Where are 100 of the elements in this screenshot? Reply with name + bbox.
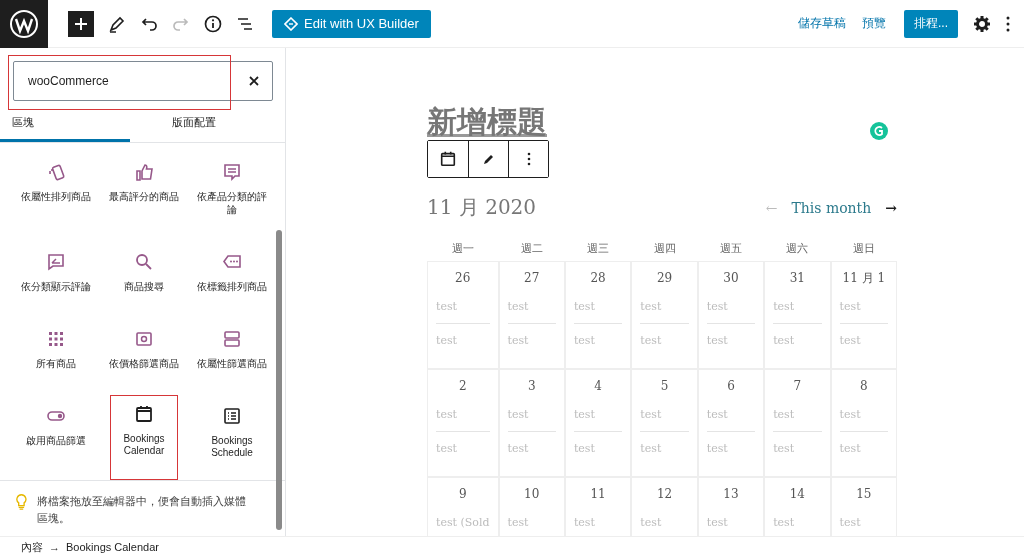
day-number: 2 (457, 378, 468, 395)
event-entry[interactable]: test (706, 408, 756, 431)
block-item[interactable]: 商品搜尋 (100, 240, 188, 314)
scrollbar[interactable] (276, 230, 282, 530)
day-number: 30 (722, 270, 740, 287)
month-label: 11 月 2020 (427, 194, 537, 221)
save-draft-button[interactable]: 儲存草稿 (798, 15, 846, 32)
event-entry[interactable]: test (839, 516, 888, 536)
event-entry[interactable]: test (640, 408, 689, 431)
list-icon (222, 405, 242, 426)
event-entry[interactable]: test (507, 431, 556, 465)
plus-icon (74, 16, 88, 31)
block-item[interactable]: 依屬性排列商品 (12, 151, 100, 237)
schedule-button[interactable]: 排程... (904, 9, 958, 38)
block-item[interactable]: 啟用商品篩選 (12, 394, 100, 480)
logo-tile[interactable] (0, 0, 48, 48)
cards-icon (46, 162, 66, 182)
event-entry[interactable]: test (773, 431, 822, 465)
event-entry[interactable]: test (839, 431, 888, 465)
event-entry[interactable]: test (436, 431, 490, 465)
event-entry[interactable]: test (640, 431, 689, 465)
weekday-label: 週五 (718, 241, 743, 256)
event-entry[interactable]: test (573, 408, 623, 431)
event-entry[interactable]: test (573, 300, 623, 323)
block-item[interactable]: Bookings Schedule (188, 394, 276, 480)
event-entry[interactable]: test (436, 300, 490, 323)
block-item[interactable]: 依標籤排列商品 (188, 240, 276, 314)
settings-icon[interactable] (974, 15, 990, 32)
weekday-label: 週一 (450, 241, 475, 256)
day-number: 9 (457, 486, 468, 503)
event-entry[interactable]: test (773, 323, 822, 357)
event-entry[interactable]: test (773, 300, 822, 323)
event-entry[interactable]: test (436, 408, 490, 431)
lightbulb-icon (16, 493, 27, 511)
more-options-icon[interactable] (1006, 15, 1010, 32)
block-item[interactable]: 依價格篩選商品 (100, 317, 188, 391)
weekday-label: 週日 (851, 241, 876, 256)
day-number: 11 月 1 (841, 270, 887, 287)
event-entry[interactable]: test (507, 408, 556, 431)
day-number: 4 (593, 378, 603, 395)
logo-icon (9, 8, 39, 39)
preview-button[interactable]: 預覽 (862, 15, 886, 32)
day-number: 27 (523, 270, 541, 287)
event-entry[interactable]: test (573, 516, 623, 536)
info-icon[interactable] (204, 14, 222, 33)
block-item[interactable]: 所有商品 (12, 317, 100, 391)
diamond-icon (284, 16, 298, 31)
event-entry[interactable]: test (706, 431, 756, 465)
tab[interactable]: 版面配置 (130, 107, 260, 142)
block-item[interactable]: Bookings Calendar (110, 394, 178, 480)
event-entry[interactable]: test (640, 323, 689, 357)
stacked-rows-icon (222, 328, 242, 349)
event-entry[interactable]: test (839, 323, 888, 357)
event-entry[interactable]: test (507, 300, 556, 323)
event-entry[interactable]: test (436, 323, 490, 357)
calendar-icon (134, 403, 154, 424)
breadcrumb-item[interactable]: Bookings Calendar (66, 541, 159, 553)
weekday-label: 週三 (586, 241, 611, 256)
this-month-link[interactable]: This month (791, 199, 872, 216)
day-number: 12 (655, 486, 674, 503)
event-entry[interactable]: test (706, 516, 756, 536)
breadcrumb-item[interactable]: 內容 (21, 539, 43, 555)
day-number: 15 (855, 486, 873, 503)
event-entry[interactable]: test (706, 323, 756, 357)
block-item[interactable]: 最高評分的商品 (100, 151, 188, 237)
block-item[interactable]: 依產品分類的評論 (188, 151, 276, 237)
event-entry[interactable]: test (773, 408, 822, 431)
ux-builder-button[interactable]: Edit with UX Builder (272, 9, 431, 38)
calendar-icon (439, 150, 457, 168)
pencil-icon[interactable] (108, 14, 126, 33)
title-placeholder[interactable]: 新增標題 (427, 104, 897, 140)
event-entry[interactable]: test (573, 323, 623, 357)
day-number: 10 (523, 486, 541, 503)
more-options-icon (526, 152, 531, 166)
block-item[interactable]: 依分類顯示評論 (12, 240, 100, 314)
next-month-link[interactable]: → (885, 199, 897, 216)
event-entry[interactable]: test (507, 323, 556, 357)
weekday-label: 週二 (519, 241, 544, 256)
event-entry[interactable]: test (640, 516, 689, 536)
add-block-button[interactable] (68, 10, 94, 37)
previous-month-link[interactable]: ← (765, 199, 778, 216)
close-icon[interactable] (249, 76, 259, 86)
day-number: 11 (589, 486, 607, 503)
breadcrumb-item[interactable]: → (49, 541, 60, 553)
pencil-icon (482, 153, 495, 165)
weekday-label: 週四 (652, 241, 677, 256)
day-number: 7 (792, 378, 803, 395)
event-entry[interactable]: test (773, 516, 822, 536)
event-entry[interactable]: test (640, 300, 689, 323)
event-entry[interactable]: test (706, 300, 756, 323)
tab[interactable]: 區塊 (0, 107, 130, 142)
event-entry[interactable]: test (573, 431, 623, 465)
event-entry[interactable]: test (839, 408, 888, 431)
event-entry[interactable]: test (839, 300, 888, 323)
block-item[interactable]: 依屬性篩選商品 (188, 317, 276, 391)
event-entry[interactable]: test (507, 516, 556, 536)
search-field[interactable]: wooCommerce (13, 61, 273, 101)
more-options-button[interactable] (508, 141, 548, 177)
event-entry[interactable]: test (Sold (436, 516, 490, 536)
tip-text: 將檔案拖放至編輯器中，便會自動插入媒體區塊。 (36, 494, 247, 526)
